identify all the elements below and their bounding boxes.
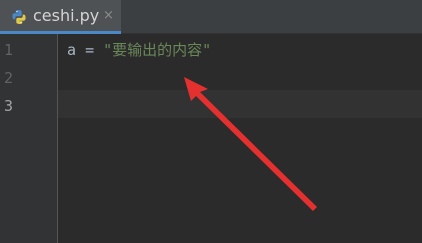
line-number-3: 3 [4,97,14,115]
tab-ceshi-py[interactable]: ceshi.py × [0,0,121,34]
python-file-icon [12,10,26,24]
tab-filename: ceshi.py [33,6,100,25]
string-token: "要输出的内容" [103,41,212,59]
operator-token: = [85,41,95,59]
editor-window: ceshi.py × 1 2 3 a = "要输出的内容" [0,0,422,243]
line-number-1: 1 [4,41,14,59]
current-line-highlight [58,90,422,118]
line-number-gutter: 1 2 3 [0,34,58,243]
code-line-1[interactable]: a = "要输出的内容" [67,41,211,59]
variable-token: a [67,41,77,59]
close-icon[interactable]: × [103,9,114,23]
tab-bar: ceshi.py × [0,0,422,34]
line-number-2: 2 [4,69,14,87]
code-editor[interactable]: a = "要输出的内容" [58,34,422,243]
